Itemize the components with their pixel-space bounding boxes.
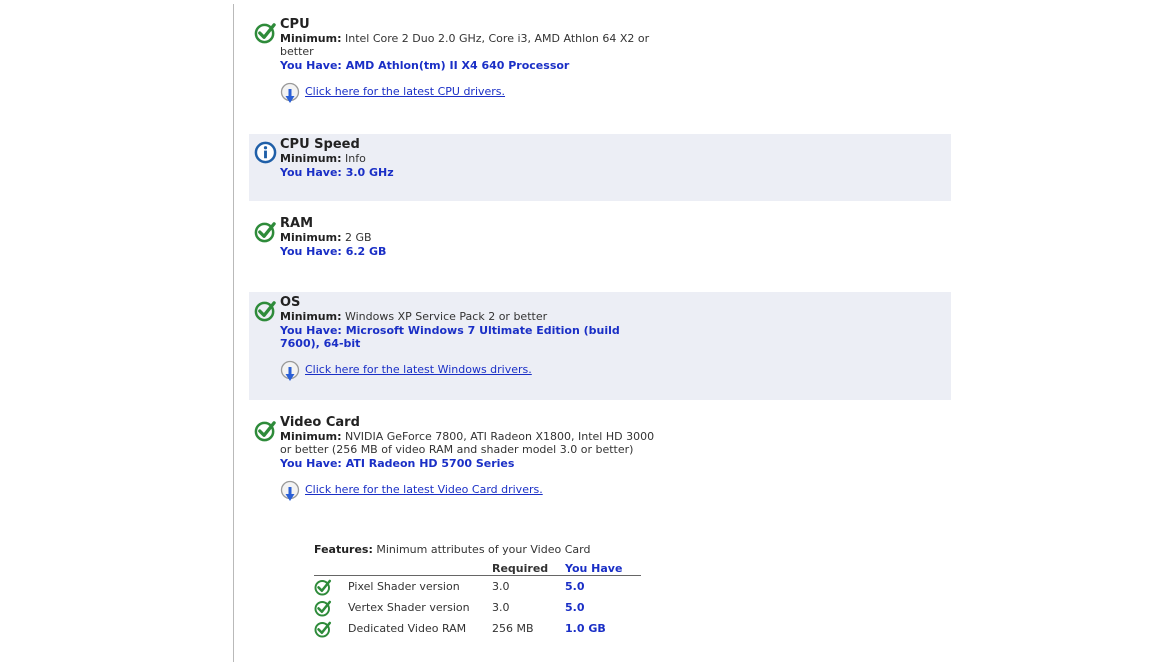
feature-required: 3.0 [492, 601, 510, 614]
section-title: OS [280, 295, 301, 310]
section-title: RAM [280, 216, 314, 231]
minimum-label: Minimum: [280, 32, 342, 45]
feature-have: 1.0 GB [565, 622, 606, 635]
section-os: OS Minimum: Windows XP Service Pack 2 or… [249, 292, 951, 400]
check-icon [314, 599, 332, 617]
video-card-features: Features: Minimum attributes of your Vid… [314, 543, 644, 556]
minimum-requirement: Minimum: Windows XP Service Pack 2 or be… [280, 310, 660, 323]
you-have-label: You Have: [280, 59, 342, 72]
section-cpu-speed: CPU Speed Minimum: Info You Have: 3.0 GH… [249, 134, 951, 201]
you-have-label: You Have: [280, 324, 342, 337]
section-title: CPU [280, 17, 310, 32]
feature-have: 5.0 [565, 580, 585, 593]
you-have-label: You Have: [280, 457, 342, 470]
feature-name: Vertex Shader version [348, 601, 470, 614]
info-icon [254, 141, 277, 164]
windows-drivers-link[interactable]: Click here for the latest Windows driver… [305, 363, 532, 376]
video-card-drivers-link[interactable]: Click here for the latest Video Card dri… [305, 483, 543, 496]
you-have-label: You Have: [280, 245, 342, 258]
column-header-required: Required [492, 562, 549, 575]
minimum-label: Minimum: [280, 430, 342, 443]
table-row: Vertex Shader version 3.0 5.0 [314, 599, 644, 619]
check-icon [254, 299, 277, 322]
driver-row: Click here for the latest CPU drivers. [280, 82, 660, 102]
table-row: Dedicated Video RAM 256 MB 1.0 GB [314, 620, 644, 640]
feature-name: Dedicated Video RAM [348, 622, 467, 635]
column-header-you-have: You Have [565, 562, 623, 575]
minimum-label: Minimum: [280, 152, 342, 165]
you-have-value: AMD Athlon(tm) II X4 640 Processor [345, 59, 570, 72]
you-have: You Have: Microsoft Windows 7 Ultimate E… [280, 324, 660, 350]
you-have: You Have: AMD Athlon(tm) II X4 640 Proce… [280, 59, 660, 72]
features-label: Features: [314, 543, 373, 556]
section-ram: RAM Minimum: 2 GB You Have: 6.2 GB [249, 213, 951, 283]
section-title: CPU Speed [280, 137, 360, 152]
download-icon[interactable] [280, 360, 302, 384]
you-have: You Have: 6.2 GB [280, 245, 660, 258]
driver-row: Click here for the latest Windows driver… [280, 360, 660, 380]
minimum-value: Info [344, 152, 366, 165]
cpu-drivers-link[interactable]: Click here for the latest CPU drivers. [305, 85, 505, 98]
section-cpu: CPU Minimum: Intel Core 2 Duo 2.0 GHz, C… [249, 14, 951, 124]
you-have-value: 6.2 GB [345, 245, 387, 258]
you-have-value: 3.0 GHz [345, 166, 394, 179]
you-have-label: You Have: [280, 166, 342, 179]
check-icon [254, 21, 277, 44]
section-video-card: Video Card Minimum: NVIDIA GeForce 7800,… [249, 412, 951, 522]
feature-have: 5.0 [565, 601, 585, 614]
left-divider [233, 4, 234, 662]
minimum-requirement: Minimum: Info [280, 152, 660, 165]
feature-required: 3.0 [492, 580, 510, 593]
feature-required: 256 MB [492, 622, 534, 635]
download-icon[interactable] [280, 82, 302, 106]
features-description: Minimum attributes of your Video Card [376, 543, 591, 556]
minimum-value: 2 GB [344, 231, 372, 244]
you-have: You Have: ATI Radeon HD 5700 Series [280, 457, 660, 470]
minimum-value: Windows XP Service Pack 2 or better [344, 310, 548, 323]
check-icon [254, 419, 277, 442]
feature-name: Pixel Shader version [348, 580, 460, 593]
features-heading: Features: Minimum attributes of your Vid… [314, 543, 644, 556]
driver-row: Click here for the latest Video Card dri… [280, 480, 660, 500]
download-icon[interactable] [280, 480, 302, 504]
you-have: You Have: 3.0 GHz [280, 166, 660, 179]
minimum-requirement: Minimum: Intel Core 2 Duo 2.0 GHz, Core … [280, 32, 660, 58]
minimum-requirement: Minimum: 2 GB [280, 231, 660, 244]
table-header-divider [314, 575, 641, 576]
table-row: Pixel Shader version 3.0 5.0 [314, 578, 644, 598]
section-title: Video Card [280, 415, 360, 430]
minimum-label: Minimum: [280, 310, 342, 323]
minimum-requirement: Minimum: NVIDIA GeForce 7800, ATI Radeon… [280, 430, 660, 456]
check-icon [314, 620, 332, 638]
you-have-value: ATI Radeon HD 5700 Series [345, 457, 515, 470]
check-icon [254, 220, 277, 243]
minimum-label: Minimum: [280, 231, 342, 244]
check-icon [314, 578, 332, 596]
